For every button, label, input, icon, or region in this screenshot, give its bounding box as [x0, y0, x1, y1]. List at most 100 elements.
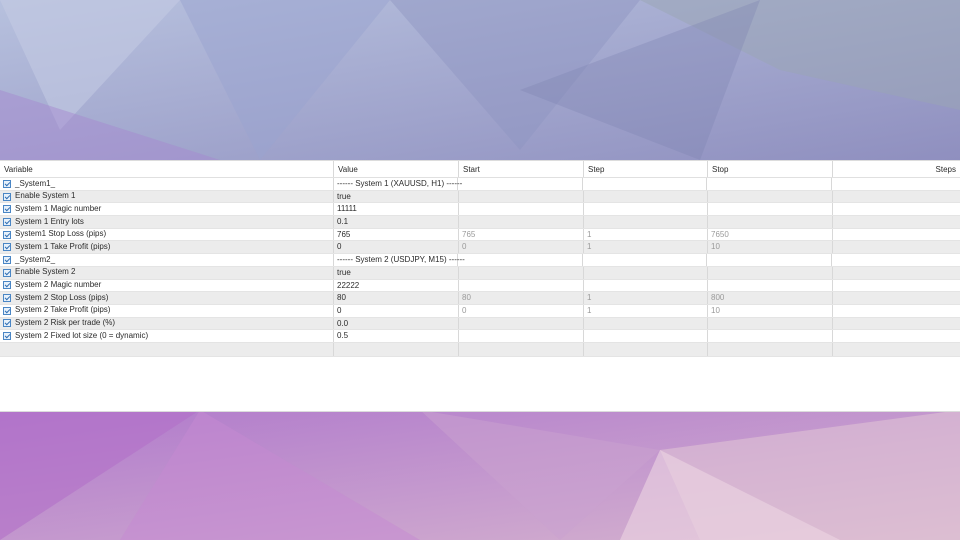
optimize-checkbox[interactable] [3, 179, 11, 188]
stop-cell[interactable] [708, 317, 833, 330]
table-row[interactable]: Enable System 1 true [0, 190, 960, 204]
value-cell[interactable]: 765 [334, 228, 459, 241]
variable-cell: System 1 Entry lots [0, 216, 334, 228]
table-row[interactable]: System 2 Risk per trade (%) 0.0 [0, 317, 960, 331]
step-cell[interactable]: 1 [584, 304, 708, 317]
variable-label: _System2_ [15, 254, 56, 264]
steps-cell [833, 216, 960, 228]
optimize-checkbox[interactable] [3, 230, 11, 239]
value-cell[interactable]: 11111 [334, 203, 459, 216]
stop-cell[interactable] [708, 190, 833, 203]
step-cell[interactable] [583, 178, 707, 190]
stop-cell[interactable] [708, 266, 833, 279]
variable-label: System 2 Fixed lot size (0 = dynamic) [15, 330, 149, 340]
table-row[interactable]: System1 Stop Loss (pips) 765 765 1 7650 [0, 228, 960, 242]
start-cell[interactable] [459, 203, 584, 216]
start-cell[interactable] [459, 266, 584, 279]
table-row[interactable]: System 1 Entry lots 0.1 [0, 216, 960, 229]
step-cell[interactable]: 1 [584, 228, 708, 241]
start-cell[interactable] [459, 330, 584, 342]
optimize-checkbox[interactable] [3, 319, 11, 328]
step-cell[interactable] [584, 216, 708, 228]
optimize-checkbox[interactable] [3, 217, 11, 226]
variable-cell: System1 Stop Loss (pips) [0, 228, 334, 241]
value-cell[interactable]: 0.5 [334, 330, 459, 342]
table-row[interactable]: _System2_ ------ System 2 (USDJPY, M15) -… [0, 254, 960, 267]
value-cell[interactable]: 0.0 [334, 317, 459, 330]
table-row[interactable]: System 1 Magic number 11111 [0, 203, 960, 217]
steps-cell [833, 267, 960, 279]
table-row[interactable]: _System1_ ------ System 1 (XAUUSD, H1) --… [0, 178, 960, 191]
optimize-checkbox[interactable] [3, 332, 11, 341]
start-cell[interactable]: 0 [459, 304, 584, 317]
step-cell[interactable]: 1 [584, 292, 708, 304]
optimize-checkbox[interactable] [3, 268, 11, 277]
optimize-checkbox[interactable] [3, 281, 11, 290]
table-row[interactable]: System 2 Fixed lot size (0 = dynamic) 0.5 [0, 330, 960, 343]
stop-cell[interactable] [708, 216, 833, 228]
value-cell[interactable]: 0 [334, 304, 459, 317]
column-header-value[interactable]: Value [334, 161, 459, 177]
stop-cell[interactable] [708, 279, 833, 292]
steps-cell [833, 330, 960, 342]
variable-label: System 1 Entry lots [15, 216, 84, 226]
table-row[interactable]: System 2 Take Profit (pips) 0 0 1 10 [0, 304, 960, 318]
start-cell[interactable] [459, 279, 584, 292]
start-cell[interactable] [458, 178, 583, 190]
value-cell[interactable]: 22222 [334, 279, 459, 292]
start-cell[interactable]: 80 [459, 292, 584, 304]
optimize-checkbox[interactable] [3, 255, 11, 264]
step-cell[interactable]: 1 [584, 241, 708, 254]
variable-label: System 2 Stop Loss (pips) [15, 292, 109, 302]
stop-cell[interactable]: 10 [708, 241, 833, 254]
table-row[interactable]: Enable System 2 true [0, 266, 960, 280]
value-cell[interactable]: 0 [334, 241, 459, 254]
start-cell[interactable] [459, 317, 584, 330]
stop-cell[interactable] [707, 254, 832, 266]
start-cell[interactable] [458, 254, 583, 266]
optimize-checkbox[interactable] [3, 306, 11, 315]
start-cell[interactable] [459, 190, 584, 203]
column-header-step[interactable]: Step [584, 161, 708, 177]
optimize-checkbox[interactable] [3, 243, 11, 252]
step-cell[interactable] [584, 266, 708, 279]
stop-cell[interactable] [708, 203, 833, 216]
steps-cell [833, 191, 960, 203]
table-row[interactable]: System 2 Magic number 22222 [0, 279, 960, 293]
variable-cell: System 2 Take Profit (pips) [0, 304, 334, 317]
value-cell[interactable]: 0.1 [334, 216, 459, 228]
table-row[interactable]: System 1 Take Profit (pips) 0 0 1 10 [0, 241, 960, 255]
stop-cell[interactable] [708, 330, 833, 342]
optimize-checkbox[interactable] [3, 192, 11, 201]
column-header-stop[interactable]: Stop [708, 161, 833, 177]
step-cell[interactable] [584, 190, 708, 203]
steps-cell [833, 280, 960, 292]
optimize-checkbox[interactable] [3, 205, 11, 214]
stop-cell[interactable]: 800 [708, 292, 833, 304]
variable-label: System 1 Take Profit (pips) [15, 241, 111, 251]
column-header-start[interactable]: Start [459, 161, 584, 177]
stop-cell[interactable]: 7650 [708, 228, 833, 241]
start-cell[interactable]: 0 [459, 241, 584, 254]
variable-label: System 2 Take Profit (pips) [15, 305, 111, 315]
column-header-steps[interactable]: Steps [833, 161, 960, 177]
value-cell[interactable]: true [334, 190, 459, 203]
value-cell[interactable]: 80 [334, 292, 459, 304]
table-row[interactable]: System 2 Stop Loss (pips) 80 80 1 800 [0, 292, 960, 305]
start-cell[interactable]: 765 [459, 228, 584, 241]
parameters-table: Variable Value Start Step Stop Steps _Sy… [0, 160, 960, 412]
optimize-checkbox[interactable] [3, 294, 11, 303]
stop-cell[interactable] [707, 178, 832, 190]
step-cell[interactable] [584, 203, 708, 216]
start-cell[interactable] [459, 216, 584, 228]
step-cell[interactable] [584, 330, 708, 342]
value-cell[interactable]: ------ System 2 (USDJPY, M15) ------ [334, 254, 465, 266]
stop-cell[interactable]: 10 [708, 304, 833, 317]
step-cell[interactable] [584, 279, 708, 292]
value-cell[interactable]: ------ System 1 (XAUUSD, H1) ------ [334, 178, 462, 190]
column-header-variable[interactable]: Variable [0, 161, 334, 177]
step-cell[interactable] [584, 317, 708, 330]
step-cell[interactable] [583, 254, 707, 266]
steps-cell [833, 229, 960, 241]
value-cell[interactable]: true [334, 266, 459, 279]
